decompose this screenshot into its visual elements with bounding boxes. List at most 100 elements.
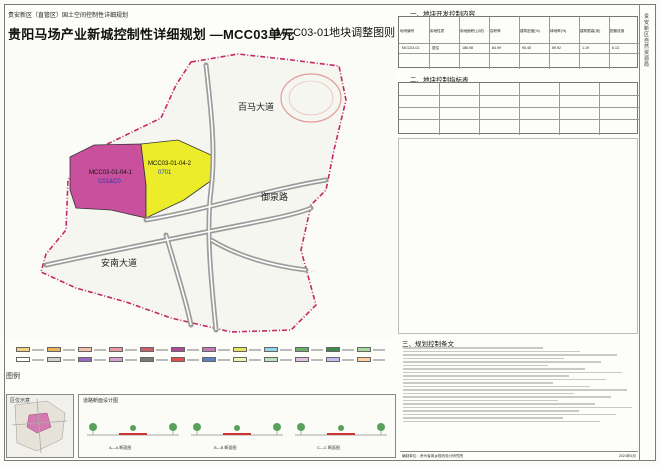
legend-text-placeholder	[249, 349, 261, 351]
legend-text-placeholder	[156, 359, 168, 361]
table1-header-cell: 用地性质	[430, 29, 445, 33]
text-line-placeholder	[403, 357, 564, 359]
legend-swatch	[78, 347, 92, 352]
text-line-placeholder	[403, 420, 600, 422]
parcel-04-1-use: C01&C0	[98, 179, 121, 185]
strip-label: 贵安新区自然资源局	[644, 14, 650, 68]
legend-swatch	[171, 347, 185, 352]
legend-swatch	[357, 357, 371, 362]
legend-text-placeholder	[63, 349, 75, 351]
parcel-04-2-use: 0701	[158, 170, 172, 176]
legend-text-placeholder	[311, 359, 323, 361]
legend-swatch	[109, 357, 123, 362]
text-line-placeholder	[403, 368, 585, 370]
text-line-placeholder	[403, 375, 569, 377]
legend-text-placeholder	[373, 359, 385, 361]
text-line-placeholder	[403, 396, 611, 398]
development-table: 地块编号 MCC03-01 用地性质 居住 用地面积(公顷) 186.98 容积率 84.99…	[398, 16, 639, 69]
legend-swatch	[326, 357, 340, 362]
section-label-a: A—A 断面图	[109, 445, 132, 450]
planning-map: 百马大道 御泉路 安南大道 MCC03-01-04-1 C01&C0 MCC03…	[6, 40, 396, 340]
legend-text-placeholder	[342, 359, 354, 361]
parcel-04-2-code: MCC03-01-04-2	[148, 161, 192, 167]
legend-swatch	[16, 357, 30, 362]
inset-label: 区位示意	[10, 398, 31, 404]
road-sections: 道路断面设计图 A—A 断面图 B—B 断面图 C—C 断面图	[78, 394, 396, 458]
table1-header-cell: 地块编号	[400, 29, 415, 33]
legend-text-placeholder	[32, 359, 44, 361]
text-line-placeholder	[403, 347, 543, 349]
table1-header-cell: 建筑限高(米)	[580, 29, 601, 33]
text-line-placeholder	[403, 364, 548, 366]
legend-swatch	[140, 357, 154, 362]
table1-header-cell: 绿地率(%)	[550, 29, 567, 33]
table1-header-cell: 配套设施	[610, 29, 625, 33]
table1-header-cell: 容积率	[490, 29, 501, 33]
parcel-04-1-code: MCC03-01-04-1	[89, 170, 133, 176]
legend-swatch	[47, 347, 61, 352]
legend-text-placeholder	[94, 359, 106, 361]
legend-swatch	[264, 347, 278, 352]
legend-text-placeholder	[311, 349, 323, 351]
text-line-placeholder	[403, 378, 606, 380]
table1-value-cell: MCC03-01	[402, 46, 420, 50]
legend-text-placeholder	[187, 349, 199, 351]
text-line-placeholder	[403, 350, 580, 352]
table1-value-cell: 6.13	[612, 46, 619, 50]
section-label-c: C—C 断面图	[317, 445, 340, 450]
index-table	[398, 82, 639, 135]
text-line-placeholder	[403, 417, 563, 419]
legend-swatch	[171, 357, 185, 362]
text-line-placeholder	[403, 403, 595, 405]
legend-swatch	[109, 347, 123, 352]
footer-date: 2024年6月	[618, 454, 636, 458]
legend-swatch	[357, 347, 371, 352]
legend-swatch	[202, 357, 216, 362]
inset-map	[11, 398, 68, 454]
legend-label: 图例	[6, 373, 20, 380]
sheet-title: MCC03-01地块调整图则	[276, 27, 396, 39]
legend-swatch	[233, 347, 247, 352]
legend-text-placeholder	[280, 349, 292, 351]
road-label-baima: 百马大道	[238, 101, 274, 112]
district-caption: 贵安新区（直管区）国土空间控制性详细规划	[8, 13, 129, 19]
text-line-placeholder	[403, 389, 627, 391]
legend-swatch	[16, 347, 30, 352]
table1-value-cell: 84.99	[492, 46, 501, 50]
table1-value-cell: 居住	[432, 46, 440, 50]
legend-swatch	[295, 347, 309, 352]
text-line-placeholder	[403, 392, 574, 394]
legend-text-placeholder	[156, 349, 168, 351]
legend-swatch	[326, 347, 340, 352]
legend-text-placeholder	[125, 349, 137, 351]
text-line-placeholder	[403, 371, 622, 373]
legend-text-placeholder	[280, 359, 292, 361]
legend-text-placeholder	[32, 349, 44, 351]
footer: 编制单位：贵州省城乡规划设计研究院 2024年6月	[400, 451, 638, 462]
text-line-placeholder	[403, 406, 632, 408]
control-text-block	[403, 345, 637, 423]
legend-text-placeholder	[218, 359, 230, 361]
text-line-placeholder	[403, 410, 579, 412]
text-line-placeholder	[403, 385, 590, 387]
location-inset: 区位示意	[6, 394, 74, 458]
road-label-annan: 安南大道	[101, 257, 137, 268]
map-canvas: 百马大道 御泉路 安南大道 MCC03-01-04-1 C01&C0 MCC03…	[6, 40, 396, 340]
text-line-placeholder	[403, 399, 558, 401]
approval-strip: 贵安新区自然资源局	[639, 4, 656, 461]
legend-swatch	[264, 357, 278, 362]
text-line-placeholder	[403, 382, 553, 384]
table1-value-cell: 1.19	[582, 46, 589, 50]
legend-text-placeholder	[373, 349, 385, 351]
legend-swatch	[202, 347, 216, 352]
legend-text-placeholder	[342, 349, 354, 351]
table1-header-cell: 建筑密度(%)	[520, 29, 540, 33]
table1-value-cell: 186.98	[462, 46, 473, 50]
blank-panel	[398, 138, 638, 334]
legend-text-placeholder	[187, 359, 199, 361]
footer-org: 编制单位：贵州省城乡规划设计研究院	[402, 454, 464, 458]
text-line-placeholder	[403, 354, 617, 356]
legend-text-placeholder	[94, 349, 106, 351]
legend-swatch	[233, 357, 247, 362]
legend-swatch	[78, 357, 92, 362]
